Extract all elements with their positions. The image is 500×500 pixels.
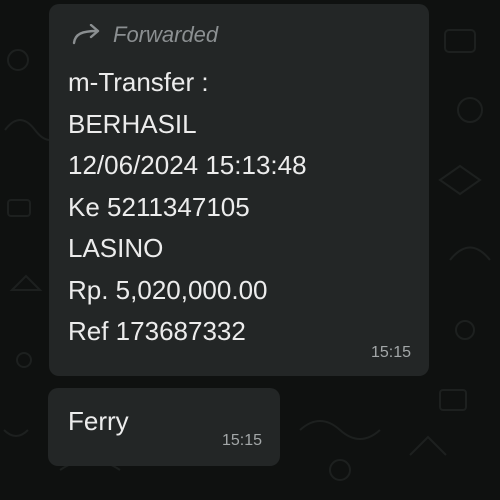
message-line: 12/06/2024 15:13:48 [68, 150, 307, 180]
message-bubble[interactable]: Ferry 15:15 [48, 388, 280, 466]
message-line: m-Transfer : [68, 67, 209, 97]
message-line: Rp. 5,020,000.00 [68, 274, 268, 305]
forwarded-label: Forwarded [113, 22, 219, 47]
forwarded-indicator: Forwarded [71, 22, 218, 48]
message-bubble-forwarded[interactable]: Forwarded m-Transfer : BERHASIL 12/06/20… [49, 4, 429, 376]
message-line: Ke 5211347105 [68, 191, 250, 222]
message-body: m-Transfer : BERHASIL 12/06/2024 15:13:4… [68, 62, 307, 353]
message-line: Ref 173687332 [68, 316, 246, 346]
message-line: LASINO [68, 233, 164, 263]
message-text: Ferry [68, 406, 129, 436]
message-line: BERHASIL [68, 108, 197, 139]
forward-arrow-icon [72, 24, 100, 45]
message-timestamp: 15:15 [221, 432, 262, 449]
message-timestamp: 15:15 [370, 344, 411, 361]
